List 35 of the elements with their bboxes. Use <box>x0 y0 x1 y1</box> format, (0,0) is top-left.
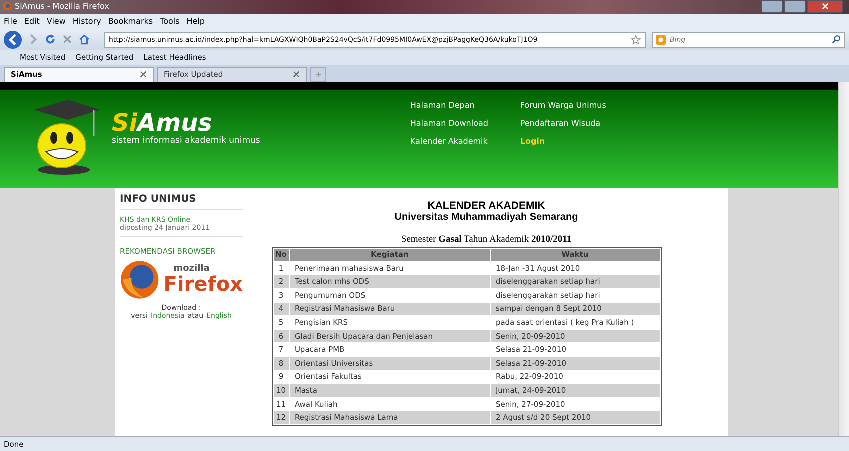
nav-link[interactable]: Kalender Akademik <box>410 136 520 146</box>
back-button[interactable] <box>4 30 22 49</box>
brand-small-text: mozilla <box>174 265 211 274</box>
nav-link[interactable]: Halaman Download <box>410 118 520 128</box>
back-icon[interactable] <box>7 34 19 46</box>
site-logo[interactable]: SiAmus <box>112 110 260 136</box>
reload-icon[interactable] <box>45 34 56 46</box>
nav-link[interactable]: Forum Warga Unimus <box>520 100 630 110</box>
close-button[interactable] <box>807 0 843 14</box>
close-icon[interactable] <box>140 71 147 78</box>
menu-item[interactable]: Bookmarks <box>108 17 154 26</box>
window-title: SiAmus - Mozilla Firefox <box>15 2 110 12</box>
stop-icon[interactable] <box>62 34 73 46</box>
calendar-subtitle: Universitas Muhammadiyah Semarang <box>394 212 578 223</box>
menu-item[interactable]: Help <box>186 17 206 26</box>
brand-name: Firefox <box>164 274 243 294</box>
home-icon[interactable] <box>79 34 90 46</box>
search-engine-icon[interactable] <box>656 34 666 45</box>
maximize-button[interactable] <box>784 0 806 14</box>
sidebar-heading: INFO UNIMUS <box>120 194 198 205</box>
star-icon[interactable] <box>631 34 641 45</box>
search-icon[interactable] <box>832 35 841 44</box>
close-icon[interactable] <box>293 71 300 78</box>
site-tagline: sistem informasi akademik unimus <box>112 136 260 146</box>
menu-item[interactable]: Edit <box>24 17 40 26</box>
nav-link[interactable]: Halaman Depan <box>410 100 520 110</box>
browser-logo-icon <box>3 2 12 12</box>
calendar-title: KALENDER AKADEMIK <box>428 200 546 212</box>
menu-item[interactable]: File <box>4 17 18 26</box>
menu-item[interactable]: View <box>46 17 66 26</box>
menu-item[interactable]: History <box>72 17 102 26</box>
nav-link[interactable]: Pendaftaran Wisuda <box>520 118 630 128</box>
semester-caption: Semester Gasal Tahun Akademik 2010/2011 <box>401 234 572 245</box>
menu-item[interactable]: Tools <box>160 17 180 26</box>
minimize-button[interactable] <box>761 0 783 14</box>
